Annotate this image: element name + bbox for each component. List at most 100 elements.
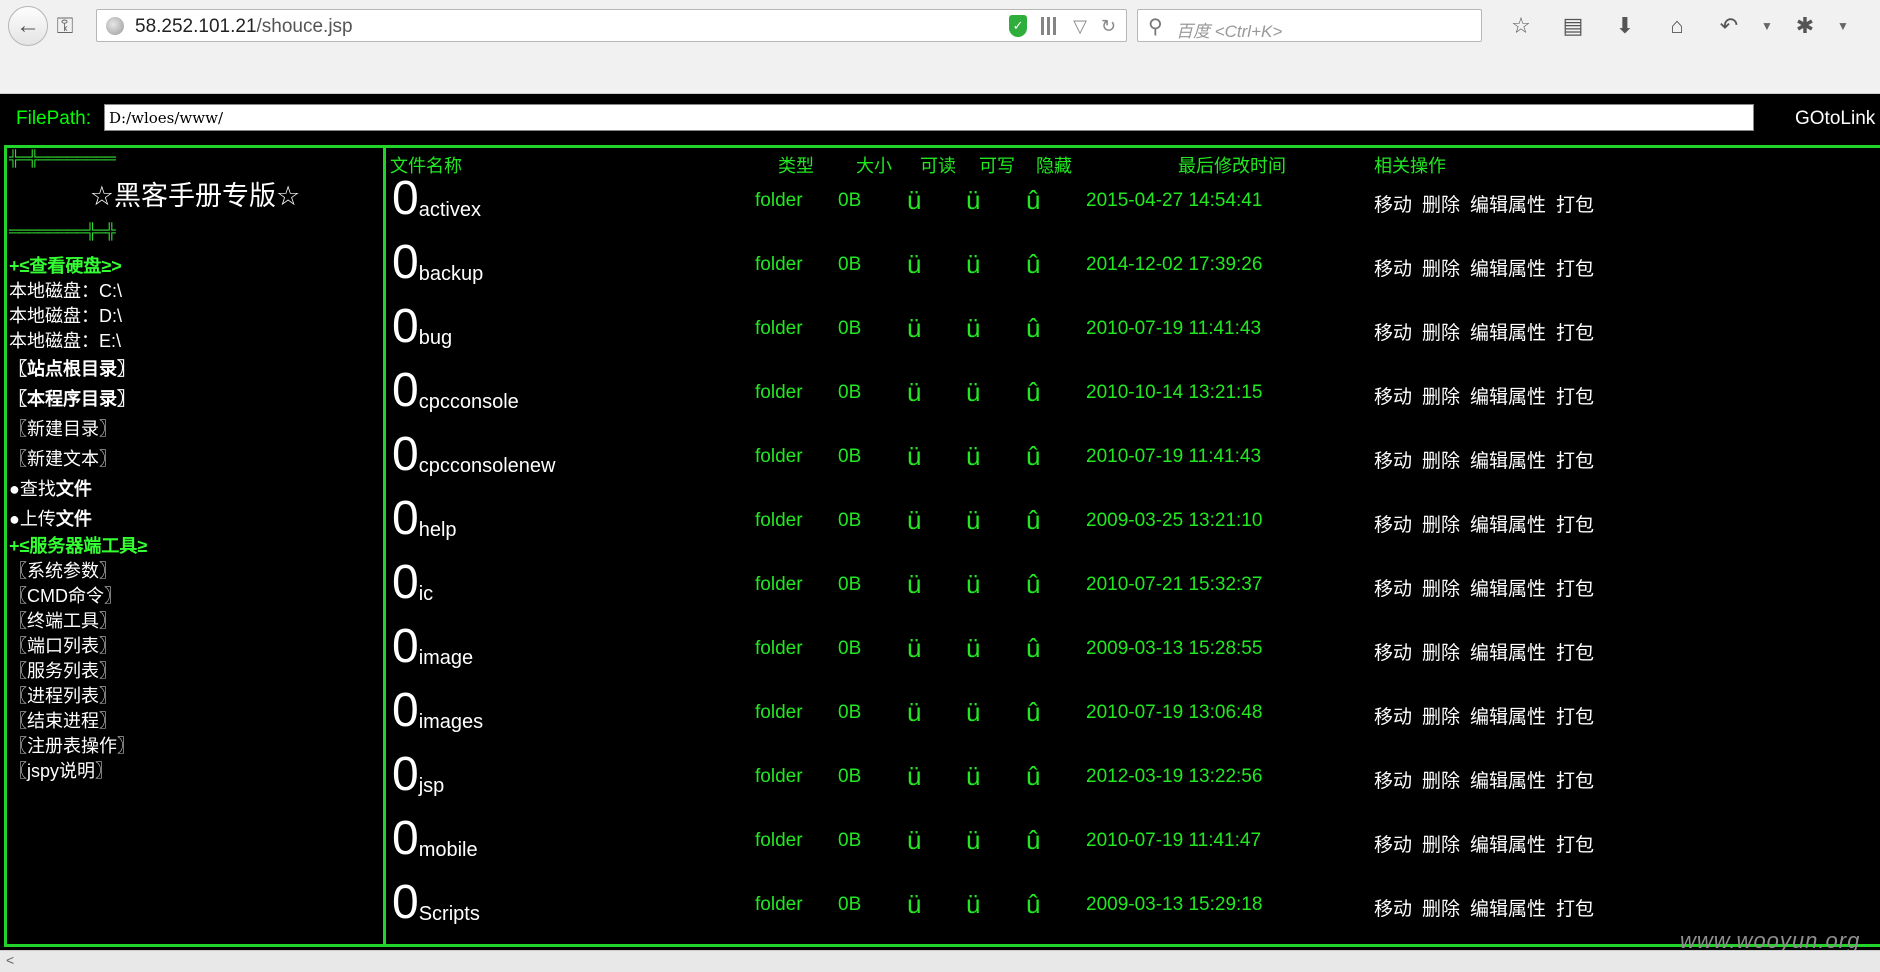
scroll-left-arrow-icon[interactable]: < (6, 952, 14, 968)
edit-attributes-link[interactable]: 编辑属性 (1470, 259, 1546, 280)
move-link[interactable]: 移动 (1374, 707, 1412, 728)
search-file-link[interactable]: ●查找文件 (9, 474, 379, 504)
folder-name-link[interactable]: 0image (392, 622, 473, 672)
folder-name-link[interactable]: 0bug (392, 302, 452, 352)
folder-name-link[interactable]: 0images (392, 686, 483, 736)
qr-code-icon[interactable] (1041, 17, 1060, 35)
delete-link[interactable]: 删除 (1422, 515, 1460, 536)
pack-link[interactable]: 打包 (1556, 579, 1594, 600)
delete-link[interactable]: 删除 (1422, 579, 1460, 600)
edit-attributes-link[interactable]: 编辑属性 (1470, 899, 1546, 920)
folder-name-link[interactable]: 0backup (392, 238, 483, 288)
edit-attributes-link[interactable]: 编辑属性 (1470, 387, 1546, 408)
pack-link[interactable]: 打包 (1556, 835, 1594, 856)
pack-link[interactable]: 打包 (1556, 707, 1594, 728)
delete-link[interactable]: 删除 (1422, 899, 1460, 920)
disk-c-link[interactable]: 本地磁盘：C:\ (9, 279, 379, 304)
move-link[interactable]: 移动 (1374, 835, 1412, 856)
edit-attributes-link[interactable]: 编辑属性 (1470, 579, 1546, 600)
pack-link[interactable]: 打包 (1556, 195, 1594, 216)
move-link[interactable]: 移动 (1374, 259, 1412, 280)
move-link[interactable]: 移动 (1374, 899, 1412, 920)
chevron-down-icon[interactable]: ▼ (1755, 10, 1779, 42)
dropdown-triangle-icon[interactable]: ▽ (1073, 16, 1087, 37)
delete-link[interactable]: 删除 (1422, 323, 1460, 344)
download-icon[interactable]: ⬇ (1599, 10, 1651, 42)
move-link[interactable]: 移动 (1374, 195, 1412, 216)
search-bar[interactable]: ⚲ 百度 <Ctrl+K> (1137, 9, 1482, 42)
delete-link[interactable]: 删除 (1422, 451, 1460, 472)
edit-attributes-link[interactable]: 编辑属性 (1470, 643, 1546, 664)
tool-registry[interactable]: 〖注册表操作〗 (9, 734, 379, 759)
pack-link[interactable]: 打包 (1556, 387, 1594, 408)
disk-d-link[interactable]: 本地磁盘：D:\ (9, 304, 379, 329)
edit-attributes-link[interactable]: 编辑属性 (1470, 771, 1546, 792)
edit-attributes-link[interactable]: 编辑属性 (1470, 195, 1546, 216)
move-link[interactable]: 移动 (1374, 387, 1412, 408)
folder-name-link[interactable]: 0activex (392, 174, 481, 224)
pack-link[interactable]: 打包 (1556, 451, 1594, 472)
tool-jspy-help[interactable]: 〖jspy说明〗 (9, 759, 379, 784)
tool-cmd[interactable]: 〖CMD命令〗 (9, 584, 379, 609)
disk-e-link[interactable]: 本地磁盘：E:\ (9, 329, 379, 354)
edit-attributes-link[interactable]: 编辑属性 (1470, 451, 1546, 472)
pack-link[interactable]: 打包 (1556, 515, 1594, 536)
folder-name-link[interactable]: 0mobile (392, 814, 478, 864)
pack-link[interactable]: 打包 (1556, 323, 1594, 344)
extension-bug-icon[interactable]: ✱ (1779, 10, 1831, 42)
address-text[interactable]: 58.252.101.21/shouce.jsp (135, 16, 353, 38)
move-link[interactable]: 移动 (1374, 515, 1412, 536)
move-link[interactable]: 移动 (1374, 451, 1412, 472)
reading-list-icon[interactable]: ▤ (1547, 10, 1599, 42)
address-bar[interactable]: 58.252.101.21/shouce.jsp ✓ ▽ ↻ (96, 9, 1127, 42)
server-tools-header[interactable]: +≤服务器端工具≥ (9, 534, 379, 559)
site-root-link[interactable]: 〖站点根目录〗 (9, 354, 379, 384)
delete-link[interactable]: 删除 (1422, 195, 1460, 216)
delete-link[interactable]: 删除 (1422, 835, 1460, 856)
delete-link[interactable]: 删除 (1422, 707, 1460, 728)
folder-name-link[interactable]: 0cpcconsolenew (392, 430, 555, 480)
file-path-input[interactable] (104, 104, 1754, 131)
delete-link[interactable]: 删除 (1422, 259, 1460, 280)
new-dir-link[interactable]: 〖新建目录〗 (9, 414, 379, 444)
undo-arrow-icon[interactable]: ↶ (1703, 10, 1755, 42)
edit-attributes-link[interactable]: 编辑属性 (1470, 515, 1546, 536)
goto-link-button[interactable]: GOtoLink (1795, 108, 1875, 130)
folder-name-link[interactable]: 0Scripts (392, 878, 480, 928)
tool-kill-process[interactable]: 〖结束进程〗 (9, 709, 379, 734)
folder-name-link[interactable]: 0ic (392, 558, 433, 608)
move-link[interactable]: 移动 (1374, 643, 1412, 664)
reload-icon[interactable]: ↻ (1101, 16, 1116, 37)
pack-link[interactable]: 打包 (1556, 771, 1594, 792)
disk-section-header[interactable]: +≤查看硬盘≥> (9, 254, 379, 279)
pack-link[interactable]: 打包 (1556, 643, 1594, 664)
edit-attributes-link[interactable]: 编辑属性 (1470, 707, 1546, 728)
identity-key-icon[interactable]: ⚿ (48, 10, 82, 42)
delete-link[interactable]: 删除 (1422, 771, 1460, 792)
horizontal-scrollbar[interactable]: < (0, 950, 1880, 972)
folder-name-link[interactable]: 0jsp (392, 750, 444, 800)
menu-chevron-down-icon[interactable]: ▼ (1831, 10, 1855, 42)
tool-terminal[interactable]: 〖终端工具〗 (9, 609, 379, 634)
back-arrow-icon[interactable]: ← (8, 6, 48, 46)
tool-system-params[interactable]: 〖系统参数〗 (9, 559, 379, 584)
delete-link[interactable]: 删除 (1422, 643, 1460, 664)
move-link[interactable]: 移动 (1374, 771, 1412, 792)
tool-port-list[interactable]: 〖端口列表〗 (9, 634, 379, 659)
upload-file-link[interactable]: ●上传文件 (9, 504, 379, 534)
home-icon[interactable]: ⌂ (1651, 10, 1703, 42)
shield-check-icon[interactable]: ✓ (1009, 15, 1028, 37)
new-text-link[interactable]: 〖新建文本〗 (9, 444, 379, 474)
tool-service-list[interactable]: 〖服务列表〗 (9, 659, 379, 684)
pack-link[interactable]: 打包 (1556, 259, 1594, 280)
folder-name-link[interactable]: 0help (392, 494, 457, 544)
folder-name-link[interactable]: 0cpcconsole (392, 366, 519, 416)
tool-process-list[interactable]: 〖进程列表〗 (9, 684, 379, 709)
move-link[interactable]: 移动 (1374, 579, 1412, 600)
edit-attributes-link[interactable]: 编辑属性 (1470, 323, 1546, 344)
move-link[interactable]: 移动 (1374, 323, 1412, 344)
program-dir-link[interactable]: 〖本程序目录〗 (9, 384, 379, 414)
bookmark-star-icon[interactable]: ☆ (1495, 10, 1547, 42)
pack-link[interactable]: 打包 (1556, 899, 1594, 920)
edit-attributes-link[interactable]: 编辑属性 (1470, 835, 1546, 856)
